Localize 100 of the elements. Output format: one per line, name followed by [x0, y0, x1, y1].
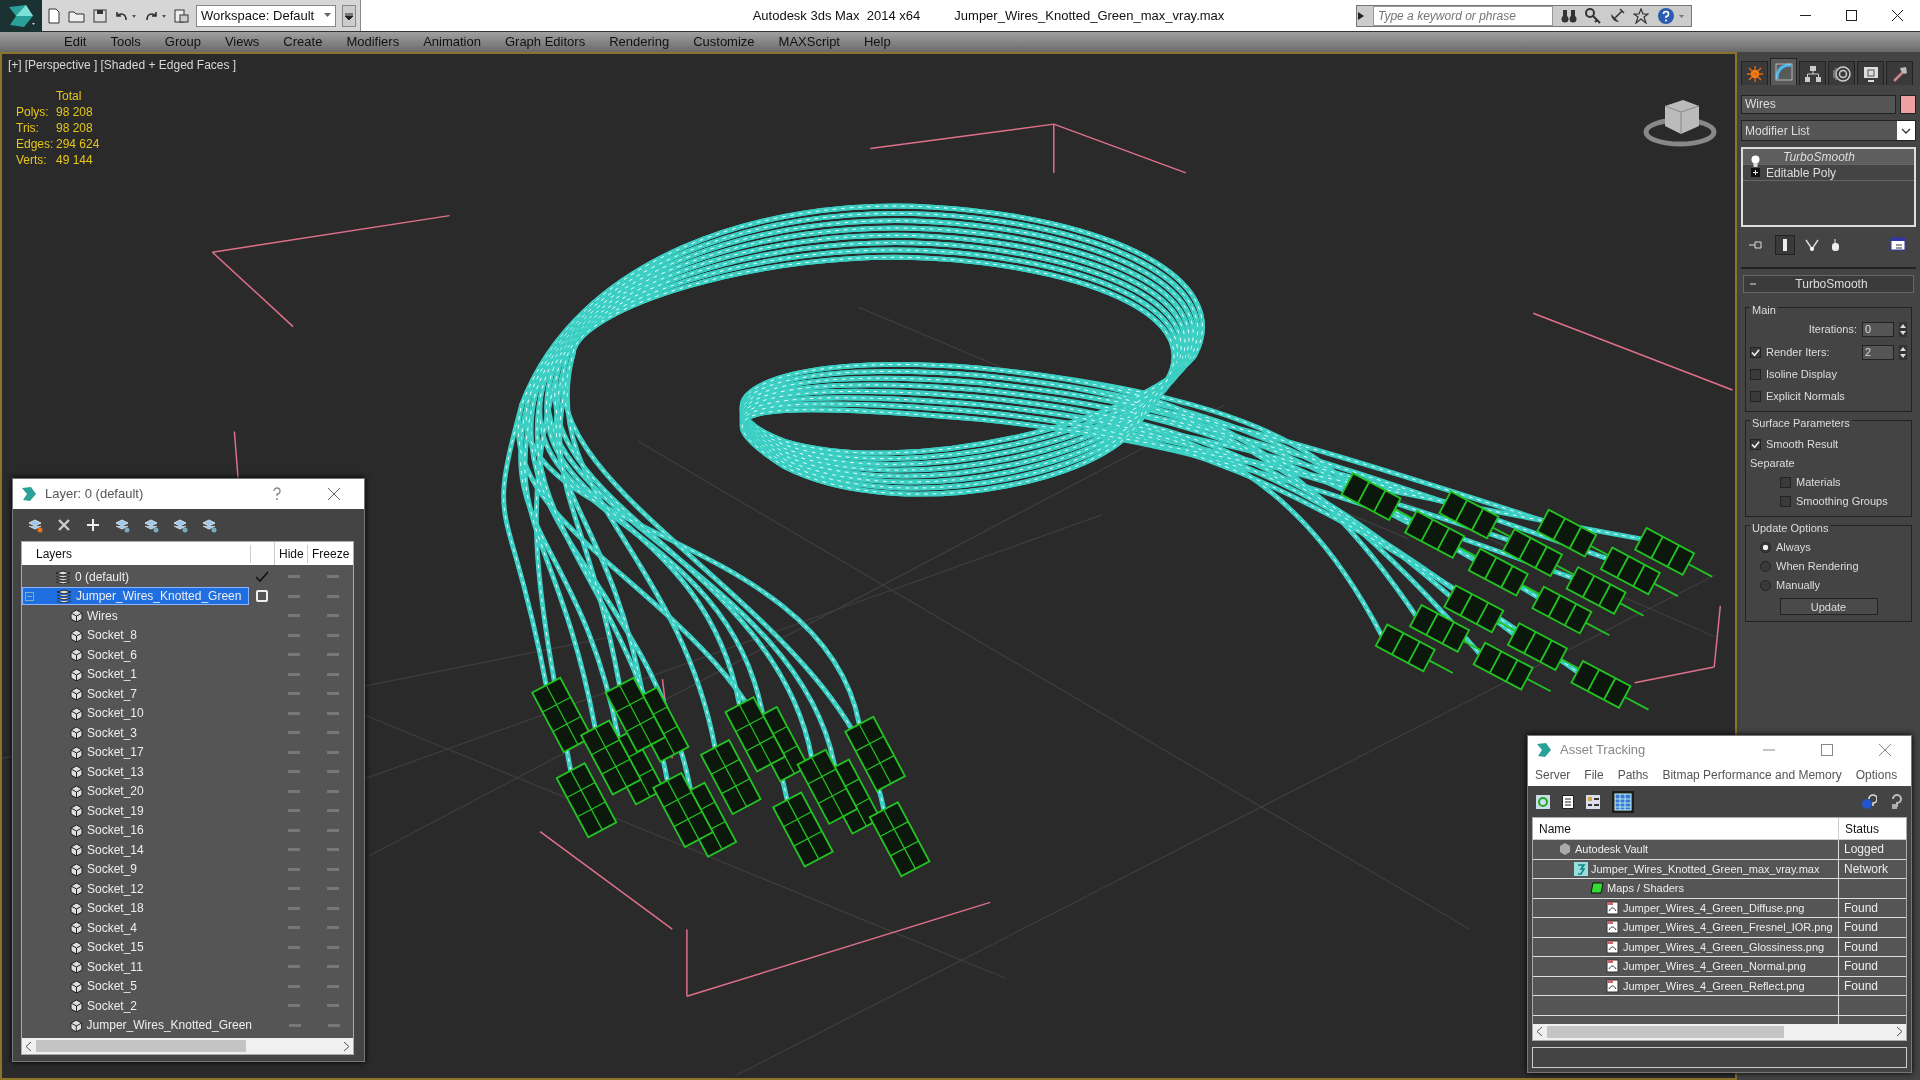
hide-toggle[interactable] — [287, 731, 300, 735]
expand-plus-icon[interactable] — [1751, 168, 1760, 177]
make-current-toggle[interactable] — [255, 590, 268, 603]
current-layer-check-icon[interactable] — [254, 570, 269, 583]
layer-row[interactable]: Socket_18 — [22, 899, 250, 918]
command-panel-tab[interactable] — [1886, 61, 1913, 85]
layer-row[interactable]: Socket_5 — [22, 977, 250, 996]
layer-row[interactable]: Socket_13 — [22, 762, 250, 781]
freeze-toggle[interactable] — [327, 770, 340, 774]
layer-row[interactable]: Socket_11 — [22, 957, 250, 976]
thumbnail-view-icon[interactable] — [1586, 794, 1600, 809]
project-folder-icon[interactable] — [174, 7, 190, 24]
hide-toggle[interactable] — [287, 867, 300, 871]
spinner-arrows-icon[interactable] — [1899, 344, 1907, 360]
horizontal-scrollbar[interactable] — [22, 1038, 353, 1054]
object-name-field[interactable]: Wires — [1741, 95, 1896, 114]
freeze-toggle[interactable] — [327, 711, 340, 715]
menu-item[interactable]: Create — [271, 32, 335, 52]
layer-row[interactable]: Socket_16 — [22, 821, 250, 840]
scrollbar-thumb[interactable] — [36, 1040, 246, 1052]
update-button[interactable]: Update — [1779, 597, 1878, 615]
close-icon[interactable] — [1879, 743, 1891, 756]
asset-name[interactable]: Autodesk Vault — [1575, 841, 1649, 858]
new-file-icon[interactable] — [46, 7, 62, 24]
select-objects-icon[interactable] — [114, 517, 130, 533]
radio-button[interactable] — [1760, 579, 1771, 591]
checkbox[interactable] — [1780, 477, 1791, 488]
menu-item[interactable]: Rendering — [597, 32, 682, 52]
spinner-field[interactable]: 0 — [1862, 321, 1894, 337]
menu-item[interactable]: File — [1577, 765, 1611, 784]
checkbox[interactable] — [1750, 368, 1761, 380]
layer-row[interactable]: Socket_19 — [22, 801, 250, 820]
hide-toggle[interactable] — [287, 692, 300, 696]
menu-item[interactable]: Tools — [98, 32, 153, 52]
radio-button[interactable] — [1760, 560, 1771, 572]
toolbar-menu-button[interactable] — [342, 4, 356, 27]
save-icon[interactable] — [92, 7, 108, 24]
key-icon[interactable] — [1585, 7, 1601, 24]
menu-item[interactable]: Options — [1848, 765, 1905, 784]
layer-row[interactable]: Socket_8 — [22, 626, 250, 645]
layer-row[interactable]: Jumper_Wires_Knotted_Green — [22, 587, 250, 606]
menu-item[interactable]: Customize — [681, 32, 767, 52]
expand-arrow-icon[interactable] — [1357, 10, 1365, 21]
hide-toggle[interactable] — [287, 653, 300, 657]
help-icon[interactable] — [1889, 793, 1905, 810]
freeze-toggle[interactable] — [327, 965, 340, 969]
hide-toggle[interactable] — [287, 633, 300, 637]
freeze-toggle[interactable] — [327, 692, 340, 696]
layer-row[interactable]: Socket_2 — [22, 996, 250, 1015]
collapse-icon[interactable] — [25, 591, 34, 601]
hide-toggle[interactable] — [287, 984, 300, 988]
star-icon[interactable] — [1633, 7, 1649, 24]
show-end-result-icon[interactable] — [1775, 235, 1795, 255]
layer-row[interactable]: Wires — [22, 606, 250, 625]
layer-row[interactable]: Socket_6 — [22, 645, 250, 664]
freeze-toggle[interactable] — [327, 672, 340, 676]
hide-toggle[interactable] — [287, 672, 300, 676]
hide-toggle[interactable] — [287, 926, 300, 930]
delete-layer-icon[interactable] — [56, 517, 72, 533]
spinner-field[interactable]: 2 — [1862, 344, 1894, 360]
funnel-icon[interactable] — [1805, 238, 1819, 252]
hide-toggle[interactable] — [287, 614, 300, 618]
checkbox[interactable] — [1750, 390, 1761, 402]
scroll-right-icon[interactable] — [1896, 1027, 1902, 1037]
hide-toggle[interactable] — [287, 594, 300, 598]
pin-icon[interactable] — [1749, 239, 1765, 251]
scroll-left-icon[interactable] — [1537, 1027, 1543, 1037]
maximize-icon[interactable] — [1821, 743, 1833, 756]
hide-toggle[interactable] — [287, 945, 300, 949]
layer-row[interactable]: Socket_4 — [22, 918, 250, 937]
freeze-toggle[interactable] — [327, 1004, 340, 1008]
freeze-all-icon[interactable] — [201, 517, 217, 533]
new-layer-icon[interactable] — [27, 517, 43, 533]
freeze-toggle[interactable] — [327, 614, 340, 618]
menu-item[interactable]: Animation — [411, 32, 493, 52]
column-header[interactable]: Freeze — [308, 544, 353, 563]
freeze-toggle[interactable] — [327, 633, 340, 637]
hide-toggle[interactable] — [289, 1023, 302, 1027]
menu-item[interactable]: Paths — [1610, 765, 1656, 784]
hide-toggle[interactable] — [287, 770, 300, 774]
hide-all-icon[interactable] — [172, 517, 188, 533]
freeze-toggle[interactable] — [327, 867, 340, 871]
freeze-toggle[interactable] — [327, 789, 340, 793]
hide-toggle[interactable] — [287, 809, 300, 813]
workspace-dropdown[interactable]: Workspace: Default — [196, 4, 336, 27]
search-field[interactable]: Type a keyword or phrase — [1373, 5, 1553, 26]
help-icon[interactable] — [272, 487, 282, 501]
binoculars-icon[interactable] — [1561, 7, 1577, 24]
radio-button[interactable] — [1760, 541, 1771, 553]
checkbox[interactable] — [1750, 439, 1761, 450]
spinner-arrows-icon[interactable] — [1899, 321, 1907, 337]
freeze-toggle[interactable] — [327, 575, 340, 579]
add-to-layer-icon[interactable] — [85, 517, 101, 533]
hide-toggle[interactable] — [287, 848, 300, 852]
layer-row[interactable]: Socket_7 — [22, 684, 250, 703]
light-bulb-icon[interactable] — [1751, 154, 1760, 167]
freeze-toggle[interactable] — [327, 653, 340, 657]
table-view-icon[interactable] — [1612, 790, 1634, 813]
satellite-dish-icon[interactable] — [1609, 7, 1625, 24]
modifier-stack-row[interactable]: Editable Poly — [1743, 165, 1914, 181]
